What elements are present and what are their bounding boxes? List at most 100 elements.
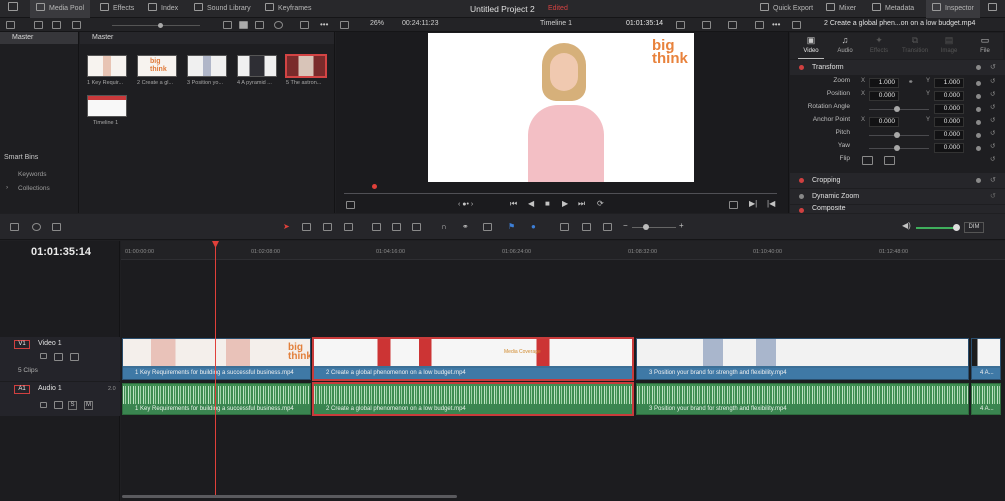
dynamic-trim-icon[interactable] — [344, 223, 353, 231]
keyframe-dot-icon[interactable] — [976, 94, 981, 99]
video-clip-1[interactable]: big think 1 Key Requirements for building… — [122, 338, 311, 380]
video-clip-3[interactable]: 3 Position your brand for strength and f… — [636, 338, 969, 380]
audio-clip-3[interactable]: 3 Position your brand for strength and f… — [636, 383, 969, 415]
video-clip-2[interactable]: Media Coverage 2 Create a global phenome… — [312, 337, 634, 381]
audio-clip-4[interactable]: 4 A... — [971, 383, 1001, 415]
slider-knob[interactable] — [158, 23, 163, 28]
workspace-menu-button[interactable] — [8, 0, 22, 18]
anchor-y-input[interactable]: 0.000 — [934, 117, 964, 127]
grid-view-icon[interactable] — [239, 21, 248, 29]
keyframes-tab[interactable]: Keyframes — [265, 0, 311, 18]
keyframe-dot-icon[interactable] — [976, 107, 981, 112]
audio-tab[interactable]: ♫ Audio — [832, 35, 858, 54]
yaw-slider-knob[interactable] — [894, 145, 900, 151]
viewer-options-icon[interactable] — [676, 21, 685, 29]
bypass-icon[interactable] — [728, 21, 737, 29]
clip-thumbnail-2[interactable]: big think — [137, 55, 177, 77]
smart-bin-collections[interactable]: Collections — [18, 185, 50, 192]
more-options-icon[interactable]: ••• — [320, 20, 328, 30]
keyframe-dot-icon[interactable] — [976, 120, 981, 125]
pitch-input[interactable]: 0.000 — [934, 130, 964, 140]
keyframe-dot-icon[interactable] — [976, 146, 981, 151]
flip-vertical-icon[interactable] — [884, 156, 895, 165]
next-edit-icon[interactable]: ▶| — [749, 199, 757, 209]
previous-edit-icon[interactable]: |◀ — [767, 199, 775, 209]
zoom-custom-icon[interactable] — [603, 223, 612, 231]
color-icon[interactable] — [755, 21, 764, 29]
clip-thumbnail-5[interactable] — [285, 54, 327, 78]
index-tab[interactable]: Index — [148, 0, 178, 18]
jog-control[interactable]: ‹ ●• › — [458, 200, 473, 210]
image-tab[interactable]: ▤ Image — [936, 35, 962, 54]
inspector-tab[interactable]: Inspector — [926, 0, 980, 18]
rotation-input[interactable]: 0.000 — [934, 104, 964, 114]
zoom-out-icon[interactable]: − — [623, 221, 628, 231]
zoom-y-input[interactable]: 1.000 — [934, 78, 964, 88]
replace-clip-icon[interactable] — [412, 223, 421, 231]
keyframe-dot-icon[interactable] — [976, 133, 981, 138]
sound-library-tab[interactable]: Sound Library — [194, 0, 251, 18]
viewer-scrubber-track[interactable] — [344, 193, 777, 194]
timeline-zoom-slider[interactable] — [632, 227, 676, 228]
v1-track-tag[interactable]: V1 — [14, 340, 30, 349]
lock-track-icon[interactable] — [40, 353, 47, 359]
insert-clip-icon[interactable] — [372, 223, 381, 231]
reset-icon[interactable]: ↺ — [990, 60, 996, 75]
quick-export-button[interactable]: Quick Export — [760, 0, 813, 18]
reset-icon[interactable]: ↺ — [990, 129, 995, 137]
timeline-playhead[interactable] — [215, 243, 216, 495]
speaker-icon[interactable]: ◀) — [902, 221, 911, 231]
auto-select-icon[interactable] — [54, 401, 63, 409]
metadata-view-icon[interactable] — [52, 21, 61, 29]
search-bin-icon[interactable] — [34, 21, 43, 29]
zoom-level[interactable]: 26% — [370, 20, 384, 27]
link-icon[interactable]: ⚭ — [908, 78, 913, 86]
enable-toggle-icon[interactable] — [799, 208, 804, 213]
thumbnail-size-slider[interactable] — [112, 25, 200, 26]
snapping-icon[interactable]: ∩ — [441, 222, 447, 232]
microphone-icon[interactable] — [52, 223, 61, 231]
loop-icon[interactable]: ⟳ — [597, 199, 604, 209]
more-options-icon[interactable]: ••• — [772, 20, 780, 30]
anchor-x-input[interactable]: 0.000 — [869, 117, 899, 127]
position-y-input[interactable]: 0.000 — [934, 91, 964, 101]
metadata-tab[interactable]: Metadata — [872, 0, 914, 18]
reset-icon[interactable]: ↺ — [990, 173, 996, 188]
zoom-full-icon[interactable] — [560, 223, 569, 231]
timeline-thumbnail[interactable] — [87, 95, 127, 117]
trim-tool-icon[interactable] — [302, 223, 311, 231]
video-tab[interactable]: ▣ Video — [798, 35, 824, 59]
timeline-selector[interactable]: Timeline 1 — [540, 20, 572, 27]
timeline-options-icon[interactable] — [10, 223, 19, 231]
keyframe-dot-icon[interactable] — [976, 81, 981, 86]
match-frame-icon[interactable] — [729, 201, 738, 209]
rotation-slider-knob[interactable] — [894, 106, 900, 112]
reset-icon[interactable]: ↺ — [990, 189, 996, 204]
clip-thumbnail-3[interactable] — [187, 55, 227, 77]
solo-button[interactable]: S — [68, 401, 77, 410]
zoom-detail-icon[interactable] — [582, 223, 591, 231]
master-bin[interactable]: Master — [0, 32, 78, 44]
yaw-input[interactable]: 0.000 — [934, 143, 964, 153]
track-visibility-icon[interactable] — [70, 353, 79, 361]
smart-bin-keywords[interactable]: Keywords — [18, 171, 47, 178]
go-to-end-icon[interactable]: ⏭ — [578, 199, 585, 209]
chevron-right-icon[interactable]: › — [6, 184, 8, 191]
panel-toggle-icon[interactable] — [6, 21, 15, 29]
play-icon[interactable]: ▶ — [562, 199, 568, 209]
zoom-x-input[interactable]: 1.000 — [869, 78, 899, 88]
sort-order-icon[interactable] — [300, 21, 309, 29]
keyframe-dot-icon[interactable] — [976, 178, 981, 183]
inspector-toggle-icon[interactable] — [792, 21, 801, 29]
audio-clip-2[interactable]: 2 Create a global phenomenon on a low bu… — [312, 382, 634, 416]
overwrite-clip-icon[interactable] — [392, 223, 401, 231]
position-lock-icon[interactable] — [483, 223, 492, 231]
window-menu-button[interactable] — [988, 0, 1001, 18]
auto-select-icon[interactable] — [54, 353, 63, 361]
enable-toggle-icon[interactable] — [799, 65, 804, 70]
audio-clip-1[interactable]: 1 Key Requirements for building a succes… — [122, 383, 311, 415]
viewer-layout-icon[interactable] — [340, 21, 349, 29]
transform-section-header[interactable]: Transform ↺ — [790, 60, 1005, 75]
play-reverse-icon[interactable]: ◀ — [528, 199, 534, 209]
linked-selection-icon[interactable]: ⚭ — [462, 222, 469, 232]
